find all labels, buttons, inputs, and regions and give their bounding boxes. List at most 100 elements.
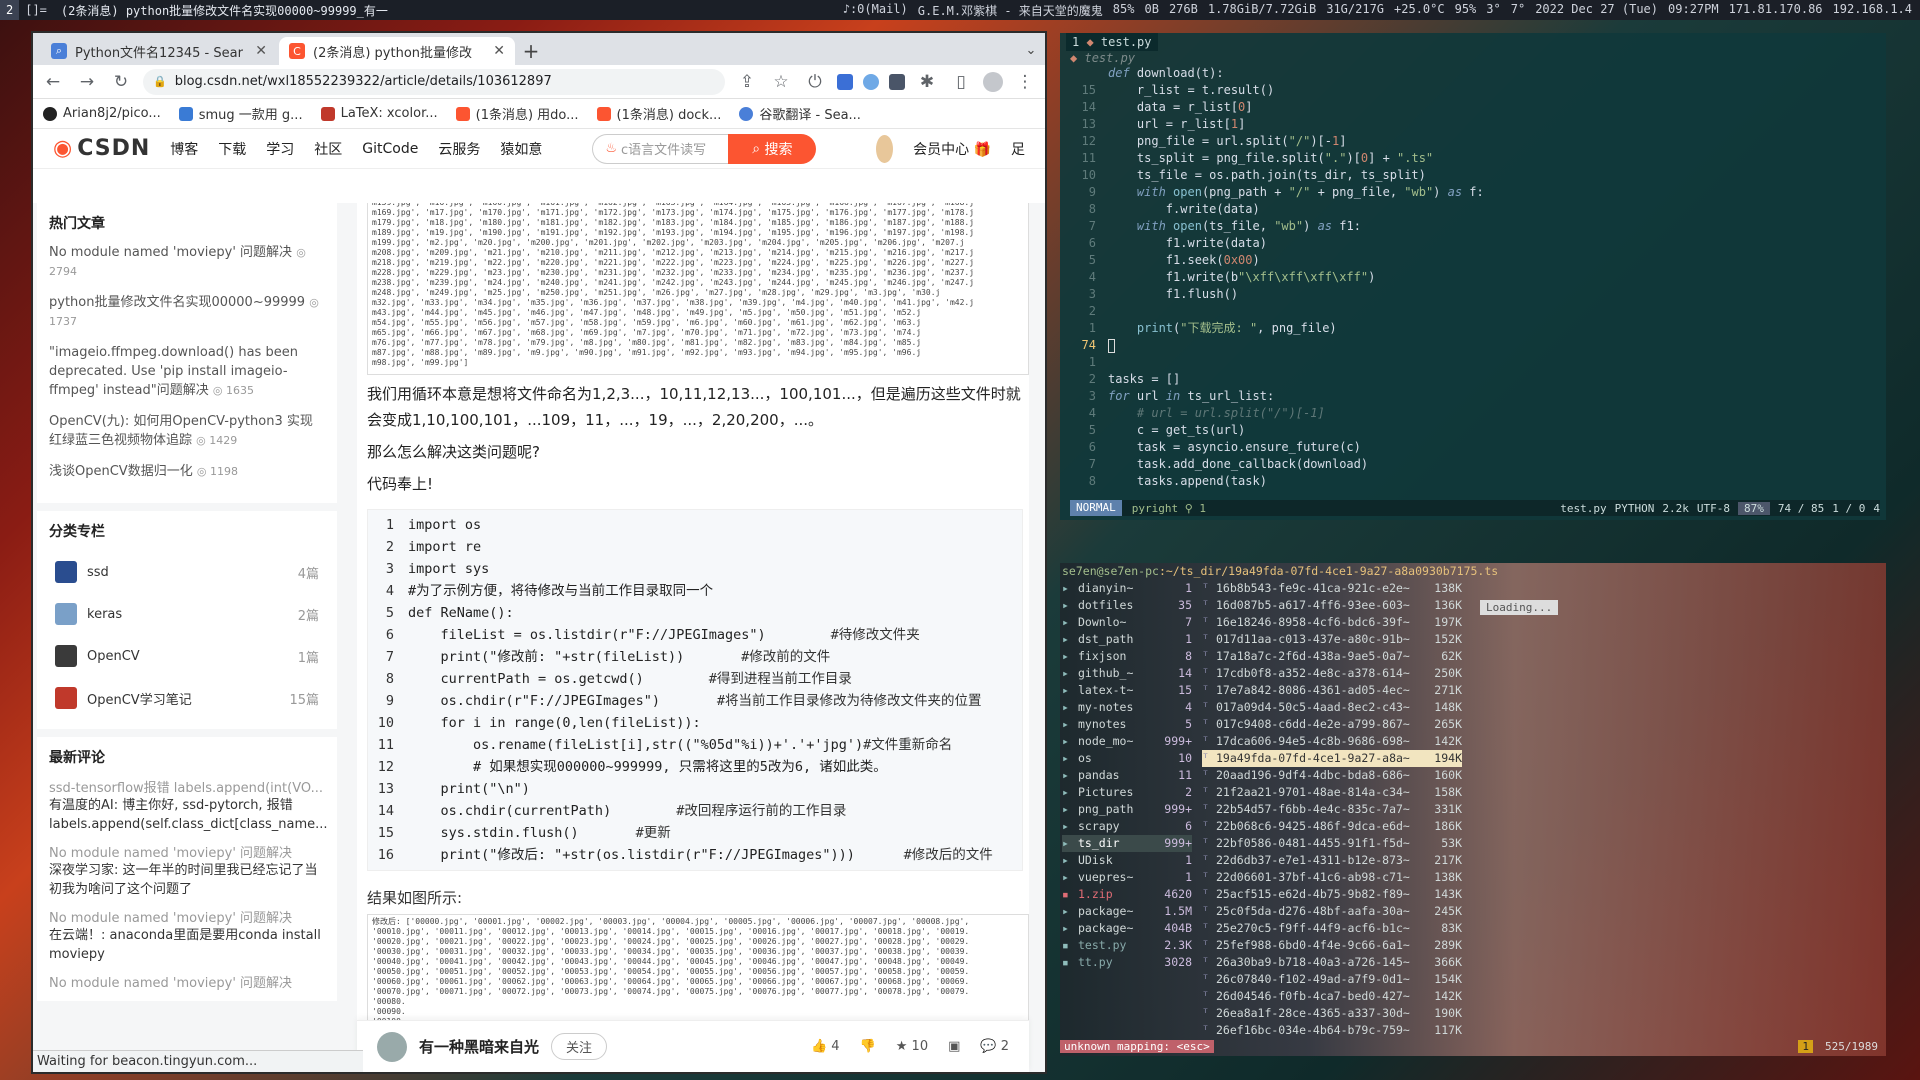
- file-entry[interactable]: ᵀ 22bf0586-0481-4455-91f1-f5d~ 53K: [1202, 835, 1462, 852]
- column-item[interactable]: OpenCV 1篇: [49, 635, 325, 677]
- directory-entry[interactable]: ▸ node_mo~ 999+: [1062, 733, 1192, 750]
- column-item[interactable]: OpenCV学习笔记 15篇: [49, 677, 325, 719]
- directory-entry[interactable]: ▪ tt.py 3028: [1062, 954, 1192, 971]
- nav-download[interactable]: 下载: [218, 139, 246, 159]
- file-entry[interactable]: ᵀ 017c9408-c6dd-4e2e-a799-867~ 265K: [1202, 716, 1462, 733]
- follow-button[interactable]: 关注: [551, 1033, 608, 1060]
- nav-blog[interactable]: 博客: [170, 139, 198, 159]
- file-entry[interactable]: ᵀ 26a30ba9-b718-40a3-a726-145~ 366K: [1202, 954, 1462, 971]
- directory-entry[interactable]: ▸ github_~ 14: [1062, 665, 1192, 682]
- extension-icon[interactable]: [837, 73, 853, 90]
- extension-icon[interactable]: [863, 73, 879, 90]
- back-button[interactable]: ←: [41, 72, 65, 92]
- directory-entry[interactable]: ▸ UDisk 1: [1062, 852, 1192, 869]
- hot-article-item[interactable]: "imageio.ffmpeg.download() has been depr…: [49, 343, 325, 400]
- nav-cloud[interactable]: 云服务: [438, 139, 480, 159]
- url-input[interactable]: 🔒 blog.csdn.net/wxl18552239322/article/d…: [143, 68, 725, 95]
- directory-entry[interactable]: ▸ Downlo~ 7: [1062, 614, 1192, 631]
- comment-item[interactable]: No module named 'moviepy' 问题解决: [49, 972, 325, 991]
- file-entry[interactable]: ᵀ 017d11aa-c013-437e-a80c-91b~ 152K: [1202, 631, 1462, 648]
- comment-article-link[interactable]: No module named 'moviepy' 问题解决: [49, 907, 325, 926]
- directory-entry[interactable]: ▸ dianyin~ 1: [1062, 580, 1192, 597]
- column-item[interactable]: ssd 4篇: [49, 551, 325, 593]
- file-entry[interactable]: ᵀ 17a18a7c-2f6d-438a-9ae5-0a7~ 62K: [1202, 648, 1462, 665]
- file-entry[interactable]: ᵀ 25c0f5da-d276-48bf-aafa-30a~ 245K: [1202, 903, 1462, 920]
- nav-learn[interactable]: 学习: [266, 139, 294, 159]
- directory-entry[interactable]: ▸ latex-t~ 15: [1062, 682, 1192, 699]
- tab-search[interactable]: ⌕ Python文件名12345 - Sear ✕: [41, 37, 277, 65]
- directory-entry[interactable]: ▸ dotfiles 35: [1062, 597, 1192, 614]
- layout-indicator[interactable]: []=: [19, 0, 53, 20]
- file-entry[interactable]: ᵀ 16d087b5-a617-4ff6-93ee-603~ 136K: [1202, 597, 1462, 614]
- comment-item[interactable]: No module named 'moviepy' 问题解决 深夜学习家: 这一年…: [49, 842, 325, 899]
- footprint-link[interactable]: 足: [1011, 139, 1025, 159]
- bookmark-item[interactable]: 谷歌翻译 - Sea...: [739, 104, 861, 123]
- directory-entry[interactable]: ▸ scrapy 6: [1062, 818, 1192, 835]
- parent-directory-list[interactable]: ▸ dianyin~ 1 ▸ dotfiles 35 ▸ Downlo~ 7 ▸ dst_path 1…: [1062, 580, 1192, 971]
- comment-item[interactable]: No module named 'moviepy' 问题解决 在云端！: anac…: [49, 907, 325, 964]
- new-tab-button[interactable]: +: [517, 37, 545, 65]
- workspace-tag[interactable]: 2: [0, 0, 20, 20]
- nav-community[interactable]: 社区: [314, 139, 342, 159]
- forward-button[interactable]: →: [75, 72, 99, 92]
- favorite-button[interactable]: ★ 10: [896, 1039, 928, 1054]
- comment-article-link[interactable]: No module named 'moviepy' 问题解决: [49, 842, 325, 861]
- bookmark-item[interactable]: LaTeX: xcolor...: [320, 106, 438, 121]
- column-item[interactable]: keras 2篇: [49, 593, 325, 635]
- search-input[interactable]: ♨ c语言文件读写: [592, 133, 729, 164]
- author-name[interactable]: 有一种黑暗来自光: [419, 1036, 539, 1057]
- close-icon[interactable]: ✕: [255, 43, 267, 59]
- file-entry[interactable]: ᵀ 16b8b543-fe9c-41ca-921c-e2e~ 138K: [1202, 580, 1462, 597]
- nav-gitcode[interactable]: GitCode: [362, 141, 418, 157]
- author-avatar[interactable]: [377, 1031, 407, 1062]
- editor-tab[interactable]: 1 ◆ test.py: [1066, 33, 1158, 51]
- file-entry[interactable]: ᵀ 22b068c6-9425-486f-9dca-e6d~ 186K: [1202, 818, 1462, 835]
- file-entry[interactable]: ᵀ 17e7a842-8086-4361-ad05-4ec~ 271K: [1202, 682, 1462, 699]
- power-icon[interactable]: ⏻: [803, 72, 827, 92]
- puzzle-icon[interactable]: ✱: [915, 72, 939, 92]
- directory-entry[interactable]: ▸ vuepres~ 1: [1062, 869, 1192, 886]
- hot-article-item[interactable]: python批量修改文件名实现00000~99999 ◎ 1737: [49, 293, 325, 331]
- like-button[interactable]: 👍 4: [811, 1039, 840, 1054]
- sidebar-icon[interactable]: ▯: [949, 72, 973, 92]
- code-block[interactable]: 1 import os 2 import re 3 import sys 4 #为了示例方便，…: [367, 509, 1023, 871]
- directory-entry[interactable]: ▸ package~ 404B: [1062, 920, 1192, 937]
- comment-item[interactable]: ssd-tensorflow报错 labels.append(int(VO...…: [49, 777, 328, 834]
- comment-button[interactable]: 💬 2: [980, 1039, 1009, 1054]
- menu-icon[interactable]: ⋮: [1013, 72, 1037, 92]
- tab-csdn-article[interactable]: C (2条消息) python批量修改 ✕: [279, 37, 515, 65]
- bookmark-item[interactable]: smug 一款用 g...: [178, 104, 303, 123]
- file-entry[interactable]: ᵀ 17dca606-94e5-4c8b-9686-698~ 142K: [1202, 733, 1462, 750]
- directory-entry[interactable]: ▸ pandas 11: [1062, 767, 1192, 784]
- hot-article-item[interactable]: OpenCV(九): 如何用OpenCV-python3 实现红绿蓝三色视频物体…: [49, 412, 325, 450]
- directory-entry[interactable]: ▸ fixjson 8: [1062, 648, 1192, 665]
- directory-entry[interactable]: ▪ 1.zip 4620: [1062, 886, 1192, 903]
- file-entry[interactable]: ᵀ 25fef988-6bd0-4f4e-9c66-6a1~ 289K: [1202, 937, 1462, 954]
- bookmark-item[interactable]: Arian8j2/pico...: [43, 106, 161, 121]
- bookmark-item[interactable]: (1条消息) 用do...: [455, 104, 579, 123]
- reload-button[interactable]: ↻: [109, 72, 133, 92]
- file-entry[interactable]: ᵀ 25e270c5-f9ff-44f9-acf6-b1c~ 83K: [1202, 920, 1462, 937]
- file-entry[interactable]: ᵀ 16e18246-8958-4cf6-bdc6-39f~ 197K: [1202, 614, 1462, 631]
- file-entry[interactable]: ᵀ 25acf515-e62d-4b75-9b82-f89~ 143K: [1202, 886, 1462, 903]
- file-entry[interactable]: ᵀ 26ef16bc-034e-4b64-b79c-759~ 117K: [1202, 1022, 1462, 1039]
- directory-entry[interactable]: ▸ my-notes 4: [1062, 699, 1192, 716]
- file-entry[interactable]: ᵀ 017a09d4-50c5-4aad-8ec2-c43~ 148K: [1202, 699, 1462, 716]
- directory-entry[interactable]: ▸ dst_path 1: [1062, 631, 1192, 648]
- current-directory-list[interactable]: ᵀ 16b8b543-fe9c-41ca-921c-e2e~ 138K ᵀ 16d087…: [1202, 580, 1462, 1039]
- hot-article-item[interactable]: No module named 'moviepy' 问题解决 ◎ 2794: [49, 243, 325, 281]
- directory-entry[interactable]: ▸ ts_dir 999+: [1062, 835, 1192, 852]
- share-icon[interactable]: ⇪: [735, 72, 759, 92]
- file-entry[interactable]: ᵀ 21f2aa21-9701-48ae-814a-c34~ 158K: [1202, 784, 1462, 801]
- avatar[interactable]: [876, 134, 894, 163]
- directory-entry[interactable]: ▸ Pictures 2: [1062, 784, 1192, 801]
- neovim-editor[interactable]: 1 ◆ test.py ◆ test.py def download(t): 15…: [1060, 33, 1886, 520]
- nav-yuanruyi[interactable]: 猿如意: [500, 139, 542, 159]
- close-icon[interactable]: ✕: [493, 43, 505, 59]
- file-entry[interactable]: ᵀ 22b54d57-f6bb-4e4c-835c-7a7~ 331K: [1202, 801, 1462, 818]
- directory-entry[interactable]: ▸ os 10: [1062, 750, 1192, 767]
- file-manager[interactable]: se7en@se7en-pc:~/ts_dir/19a49fda-07fd-4c…: [1060, 563, 1886, 1056]
- comment-article-link[interactable]: No module named 'moviepy' 问题解决: [49, 972, 325, 991]
- reward-button[interactable]: ▣: [948, 1039, 960, 1054]
- directory-entry[interactable]: ▸ mynotes 5: [1062, 716, 1192, 733]
